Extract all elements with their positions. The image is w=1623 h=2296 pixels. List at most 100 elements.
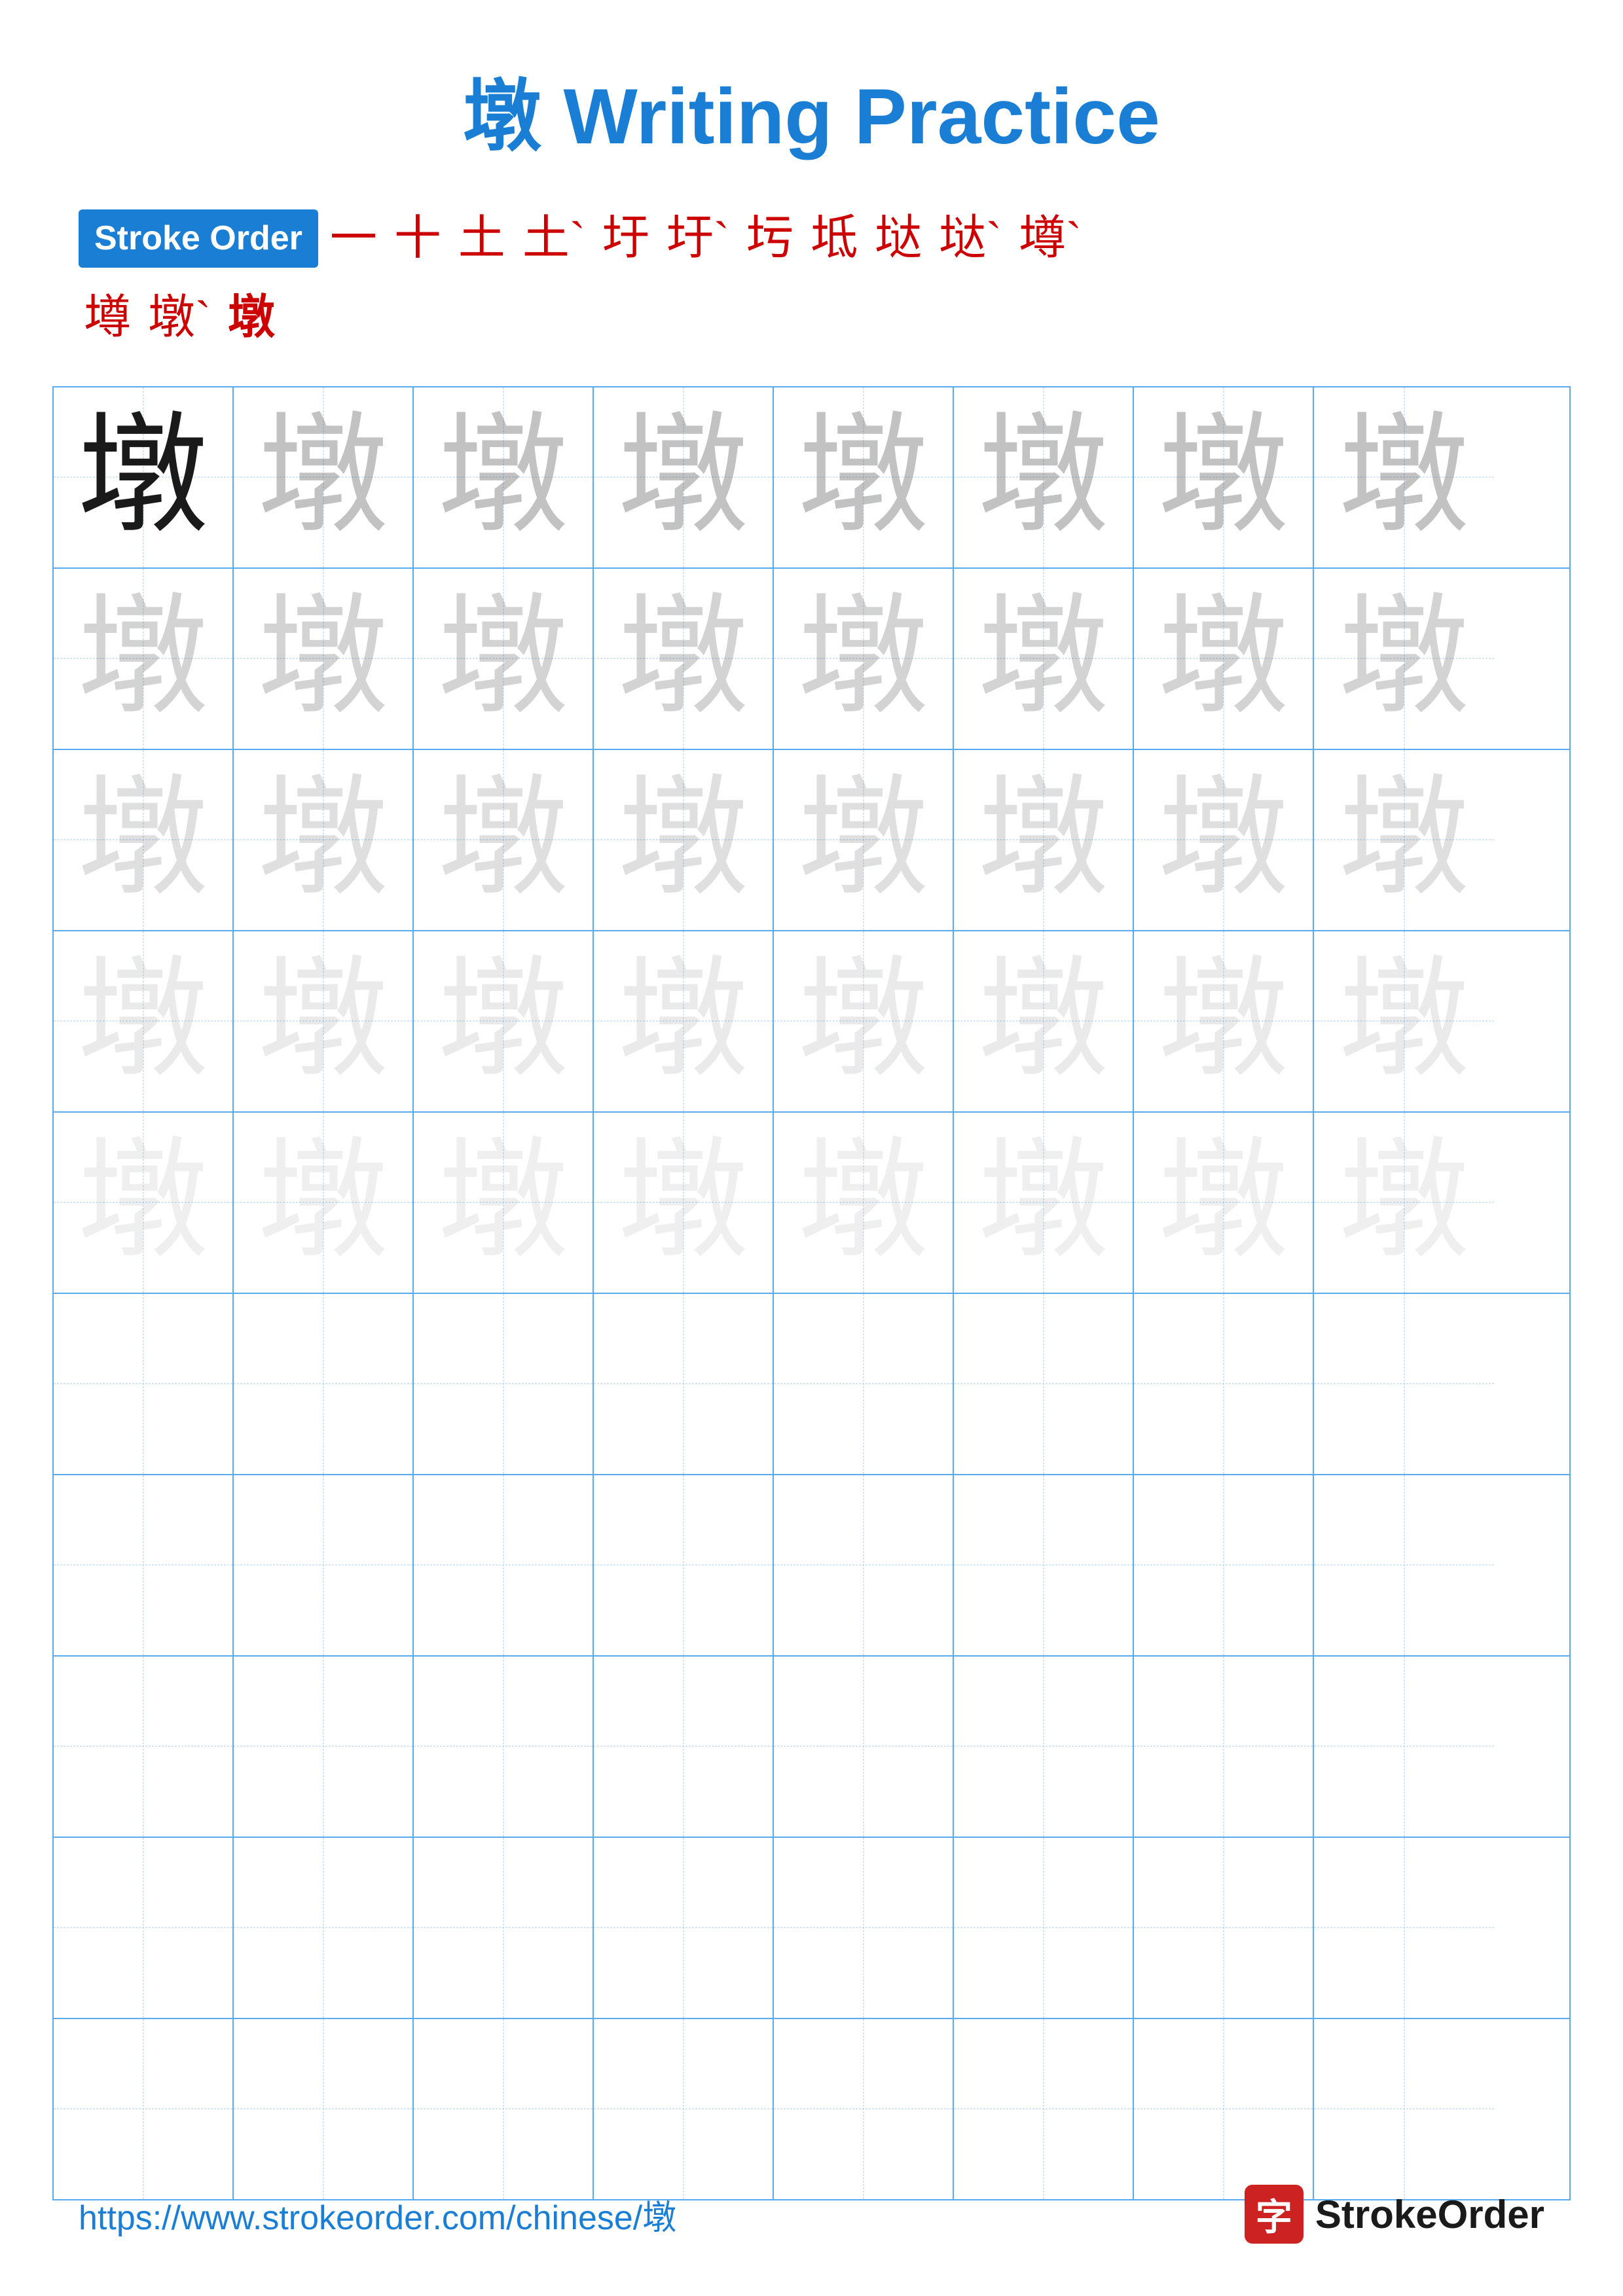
practice-char-dark: 墩 (77, 412, 208, 543)
grid-cell-r1c6[interactable]: 墩 (954, 387, 1134, 567)
practice-char-guide: 墩 (1338, 1137, 1469, 1268)
grid-cell-r10c1[interactable] (54, 2019, 234, 2199)
grid-cell-r8c8[interactable] (1314, 1657, 1494, 1837)
grid-cell-r8c5[interactable] (774, 1657, 954, 1837)
grid-cell-r3c5[interactable]: 墩 (774, 750, 954, 930)
grid-cell-r1c4[interactable]: 墩 (594, 387, 774, 567)
grid-cell-r10c2[interactable] (234, 2019, 414, 2199)
practice-char-guide: 墩 (797, 593, 928, 724)
practice-grid: 墩 墩 墩 墩 墩 墩 墩 墩 墩 墩 墩 (52, 386, 1571, 2200)
grid-cell-r8c3[interactable] (414, 1657, 594, 1837)
grid-cell-r4c7[interactable]: 墩 (1134, 931, 1314, 1111)
grid-cell-r9c1[interactable] (54, 1838, 234, 2018)
grid-cell-r6c5[interactable] (774, 1294, 954, 1474)
grid-cell-r4c1[interactable]: 墩 (54, 931, 234, 1111)
grid-cell-r6c8[interactable] (1314, 1294, 1494, 1474)
practice-char-guide: 墩 (797, 956, 928, 1086)
grid-row-3: 墩 墩 墩 墩 墩 墩 墩 墩 (54, 750, 1569, 931)
grid-cell-r7c2[interactable] (234, 1475, 414, 1655)
grid-cell-r9c7[interactable] (1134, 1838, 1314, 2018)
grid-cell-r9c4[interactable] (594, 1838, 774, 2018)
grid-cell-r9c6[interactable] (954, 1838, 1134, 2018)
grid-cell-r2c5[interactable]: 墩 (774, 569, 954, 749)
practice-char-guide: 墩 (77, 774, 208, 905)
grid-cell-r2c2[interactable]: 墩 (234, 569, 414, 749)
grid-cell-r4c2[interactable]: 墩 (234, 931, 414, 1111)
grid-cell-r3c2[interactable]: 墩 (234, 750, 414, 930)
practice-char-guide: 墩 (797, 412, 928, 543)
grid-cell-r8c4[interactable] (594, 1657, 774, 1837)
grid-cell-r3c8[interactable]: 墩 (1314, 750, 1494, 930)
grid-cell-r4c4[interactable]: 墩 (594, 931, 774, 1111)
grid-cell-r8c7[interactable] (1134, 1657, 1314, 1837)
grid-cell-r1c2[interactable]: 墩 (234, 387, 414, 567)
grid-cell-r6c3[interactable] (414, 1294, 594, 1474)
stroke-char-14: 墩 (228, 278, 275, 347)
grid-cell-r2c1[interactable]: 墩 (54, 569, 234, 749)
grid-cell-r9c2[interactable] (234, 1838, 414, 2018)
grid-cell-r7c7[interactable] (1134, 1475, 1314, 1655)
practice-char-guide: 墩 (437, 956, 568, 1086)
grid-cell-r1c3[interactable]: 墩 (414, 387, 594, 567)
grid-cell-r10c3[interactable] (414, 2019, 594, 2199)
grid-cell-r10c5[interactable] (774, 2019, 954, 2199)
grid-cell-r7c4[interactable] (594, 1475, 774, 1655)
grid-cell-r1c5[interactable]: 墩 (774, 387, 954, 567)
grid-cell-r10c6[interactable] (954, 2019, 1134, 2199)
grid-row-5: 墩 墩 墩 墩 墩 墩 墩 墩 (54, 1113, 1569, 1294)
grid-cell-r9c8[interactable] (1314, 1838, 1494, 2018)
grid-cell-r9c3[interactable] (414, 1838, 594, 2018)
grid-cell-r8c2[interactable] (234, 1657, 414, 1837)
grid-cell-r4c8[interactable]: 墩 (1314, 931, 1494, 1111)
grid-cell-r3c6[interactable]: 墩 (954, 750, 1134, 930)
stroke-char-9: 垯 (875, 206, 922, 272)
grid-row-8 (54, 1657, 1569, 1838)
grid-cell-r2c6[interactable]: 墩 (954, 569, 1134, 749)
practice-char-guide: 墩 (257, 593, 388, 724)
grid-cell-r10c4[interactable] (594, 2019, 774, 2199)
practice-char-guide: 墩 (437, 1137, 568, 1268)
grid-row-10 (54, 2019, 1569, 2199)
grid-cell-r9c5[interactable] (774, 1838, 954, 2018)
grid-cell-r5c5[interactable]: 墩 (774, 1113, 954, 1293)
grid-cell-r3c7[interactable]: 墩 (1134, 750, 1314, 930)
practice-char-guide: 墩 (617, 956, 748, 1086)
stroke-char-6: 圩` (666, 206, 729, 272)
grid-cell-r10c7[interactable] (1134, 2019, 1314, 2199)
grid-cell-r2c4[interactable]: 墩 (594, 569, 774, 749)
grid-cell-r7c3[interactable] (414, 1475, 594, 1655)
grid-cell-r7c5[interactable] (774, 1475, 954, 1655)
grid-cell-r1c7[interactable]: 墩 (1134, 387, 1314, 567)
stroke-char-2: 十 (394, 206, 441, 272)
grid-cell-r1c1[interactable]: 墩 (54, 387, 234, 567)
grid-cell-r1c8[interactable]: 墩 (1314, 387, 1494, 567)
grid-cell-r5c1[interactable]: 墩 (54, 1113, 234, 1293)
grid-cell-r2c7[interactable]: 墩 (1134, 569, 1314, 749)
grid-cell-r7c1[interactable] (54, 1475, 234, 1655)
grid-cell-r2c3[interactable]: 墩 (414, 569, 594, 749)
grid-cell-r7c8[interactable] (1314, 1475, 1494, 1655)
grid-cell-r3c1[interactable]: 墩 (54, 750, 234, 930)
grid-cell-r5c3[interactable]: 墩 (414, 1113, 594, 1293)
grid-cell-r5c8[interactable]: 墩 (1314, 1113, 1494, 1293)
grid-cell-r4c3[interactable]: 墩 (414, 931, 594, 1111)
grid-cell-r7c6[interactable] (954, 1475, 1134, 1655)
grid-cell-r5c7[interactable]: 墩 (1134, 1113, 1314, 1293)
grid-cell-r4c6[interactable]: 墩 (954, 931, 1134, 1111)
grid-cell-r3c3[interactable]: 墩 (414, 750, 594, 930)
grid-cell-r8c1[interactable] (54, 1657, 234, 1837)
grid-cell-r6c1[interactable] (54, 1294, 234, 1474)
grid-cell-r8c6[interactable] (954, 1657, 1134, 1837)
grid-cell-r6c2[interactable] (234, 1294, 414, 1474)
grid-cell-r6c4[interactable] (594, 1294, 774, 1474)
grid-cell-r4c5[interactable]: 墩 (774, 931, 954, 1111)
grid-cell-r5c4[interactable]: 墩 (594, 1113, 774, 1293)
practice-char-guide: 墩 (617, 593, 748, 724)
grid-cell-r6c6[interactable] (954, 1294, 1134, 1474)
grid-cell-r5c2[interactable]: 墩 (234, 1113, 414, 1293)
grid-cell-r10c8[interactable] (1314, 2019, 1494, 2199)
grid-cell-r5c6[interactable]: 墩 (954, 1113, 1134, 1293)
grid-cell-r6c7[interactable] (1134, 1294, 1314, 1474)
grid-cell-r2c8[interactable]: 墩 (1314, 569, 1494, 749)
grid-cell-r3c4[interactable]: 墩 (594, 750, 774, 930)
